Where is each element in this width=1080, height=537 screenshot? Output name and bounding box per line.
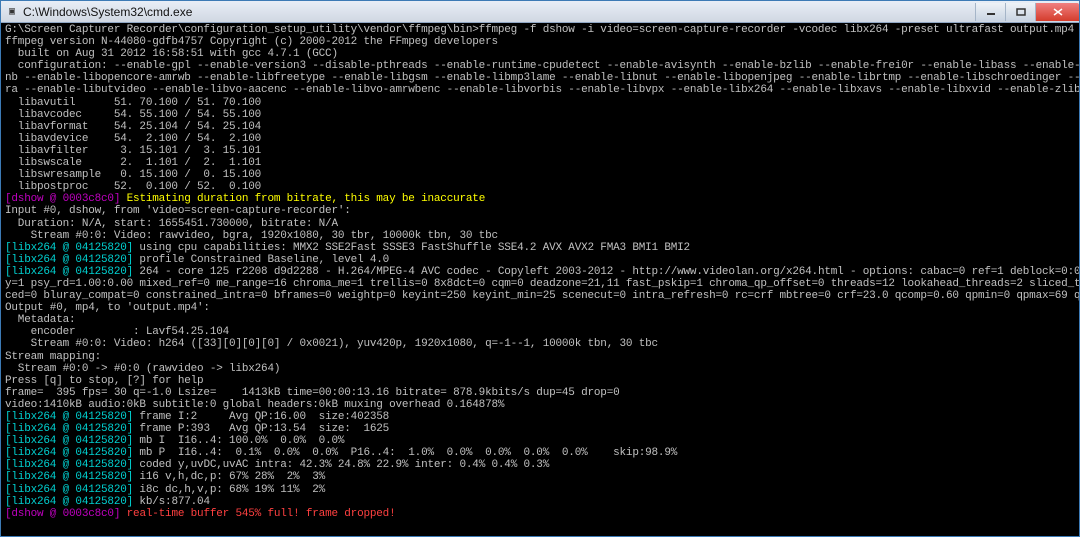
console-line: [libx264 @ 04125820] frame I:2 Avg QP:16…	[5, 411, 1075, 423]
log-text: coded y,uvDC,uvAC intra: 42.3% 24.8% 22.…	[133, 459, 549, 471]
cmd-icon: ▣	[5, 5, 19, 19]
console-line: Duration: N/A, start: 1655451.730000, bi…	[5, 218, 1075, 230]
console-line: [dshow @ 0003c8c0] real-time buffer 545%…	[5, 508, 1075, 520]
console-line: libavutil 51. 70.100 / 51. 70.100	[5, 97, 1075, 109]
log-text: Estimating duration from bitrate, this m…	[120, 193, 485, 205]
log-text: frame P:393 Avg QP:13.54 size: 1625	[133, 423, 389, 435]
log-text: using cpu capabilities: MMX2 SSE2Fast SS…	[133, 242, 690, 254]
console-line: libswresample 0. 15.100 / 0. 15.100	[5, 169, 1075, 181]
titlebar[interactable]: ▣ C:\Windows\System32\cmd.exe	[1, 1, 1079, 23]
log-tag: [libx264 @ 04125820]	[5, 447, 133, 459]
console-line: libswscale 2. 1.101 / 2. 1.101	[5, 157, 1075, 169]
console-line: libavcodec 54. 55.100 / 54. 55.100	[5, 109, 1075, 121]
console-line: Metadata:	[5, 314, 1075, 326]
console-line: Stream mapping:	[5, 351, 1075, 363]
log-text: mb P I16..4: 0.1% 0.0% 0.0% P16..4: 1.0%…	[133, 447, 677, 459]
console-line: ra --enable-libutvideo --enable-libvo-aa…	[5, 84, 1075, 96]
console-line: libavdevice 54. 2.100 / 54. 2.100	[5, 133, 1075, 145]
console-line: configuration: --enable-gpl --enable-ver…	[5, 60, 1075, 72]
console-line: [libx264 @ 04125820] kb/s:877.04	[5, 496, 1075, 508]
console-line: Output #0, mp4, to 'output.mp4':	[5, 302, 1075, 314]
cmd-window: ▣ C:\Windows\System32\cmd.exe G:\Screen …	[0, 0, 1080, 537]
log-tag: [libx264 @ 04125820]	[5, 484, 133, 496]
console-line: Stream #0:0: Video: rawvideo, bgra, 1920…	[5, 230, 1075, 242]
console-line: [libx264 @ 04125820] mb P I16..4: 0.1% 0…	[5, 447, 1075, 459]
console-line: Stream #0:0: Video: h264 ([33][0][0][0] …	[5, 338, 1075, 350]
console-line: [libx264 @ 04125820] coded y,uvDC,uvAC i…	[5, 459, 1075, 471]
log-tag: [dshow @ 0003c8c0]	[5, 193, 120, 205]
console-line: [libx264 @ 04125820] frame P:393 Avg QP:…	[5, 423, 1075, 435]
log-tag: [libx264 @ 04125820]	[5, 411, 133, 423]
console-line: G:\Screen Capturer Recorder\configuratio…	[5, 24, 1075, 36]
console-line: Input #0, dshow, from 'video=screen-capt…	[5, 205, 1075, 217]
console-line: [libx264 @ 04125820] 264 - core 125 r220…	[5, 266, 1075, 278]
console-line: [libx264 @ 04125820] i16 v,h,dc,p: 67% 2…	[5, 471, 1075, 483]
log-text: kb/s:877.04	[133, 496, 210, 508]
log-text: i16 v,h,dc,p: 67% 28% 2% 3%	[133, 471, 325, 483]
console-line: libavformat 54. 25.104 / 54. 25.104	[5, 121, 1075, 133]
log-text: real-time buffer 545% full! frame droppe…	[120, 508, 395, 520]
log-text: frame I:2 Avg QP:16.00 size:402358	[133, 411, 389, 423]
titlebar-text: C:\Windows\System32\cmd.exe	[23, 5, 975, 19]
log-text: mb I I16..4: 100.0% 0.0% 0.0%	[133, 435, 344, 447]
minimize-button[interactable]	[975, 3, 1005, 21]
console-line: ffmpeg version N-44080-gdfb4757 Copyrigh…	[5, 36, 1075, 48]
minimize-icon	[986, 8, 996, 16]
console-line: built on Aug 31 2012 16:58:51 with gcc 4…	[5, 48, 1075, 60]
console-line: ced=0 bluray_compat=0 constrained_intra=…	[5, 290, 1075, 302]
log-tag: [libx264 @ 04125820]	[5, 266, 133, 278]
console-line: Press [q] to stop, [?] for help	[5, 375, 1075, 387]
log-tag: [libx264 @ 04125820]	[5, 496, 133, 508]
console-line: libavfilter 3. 15.101 / 3. 15.101	[5, 145, 1075, 157]
log-text: profile Constrained Baseline, level 4.0	[133, 254, 389, 266]
console-line: [libx264 @ 04125820] mb I I16..4: 100.0%…	[5, 435, 1075, 447]
console-line: y=1 psy_rd=1.00:0.00 mixed_ref=0 me_rang…	[5, 278, 1075, 290]
console-line: [libx264 @ 04125820] using cpu capabilit…	[5, 242, 1075, 254]
log-tag: [libx264 @ 04125820]	[5, 423, 133, 435]
console-output[interactable]: G:\Screen Capturer Recorder\configuratio…	[1, 23, 1079, 536]
log-tag: [libx264 @ 04125820]	[5, 471, 133, 483]
log-tag: [libx264 @ 04125820]	[5, 459, 133, 471]
console-line: nb --enable-libopencore-amrwb --enable-l…	[5, 72, 1075, 84]
log-tag: [libx264 @ 04125820]	[5, 242, 133, 254]
console-line: [dshow @ 0003c8c0] Estimating duration f…	[5, 193, 1075, 205]
console-line: [libx264 @ 04125820] i8c dc,h,v,p: 68% 1…	[5, 484, 1075, 496]
console-line: Stream #0:0 -> #0:0 (rawvideo -> libx264…	[5, 363, 1075, 375]
log-tag: [dshow @ 0003c8c0]	[5, 508, 120, 520]
log-tag: [libx264 @ 04125820]	[5, 254, 133, 266]
console-line: [libx264 @ 04125820] profile Constrained…	[5, 254, 1075, 266]
close-icon	[1053, 8, 1063, 16]
maximize-icon	[1016, 8, 1026, 16]
log-text: 264 - core 125 r2208 d9d2288 - H.264/MPE…	[133, 266, 1079, 278]
console-line: encoder : Lavf54.25.104	[5, 326, 1075, 338]
maximize-button[interactable]	[1005, 3, 1035, 21]
close-button[interactable]	[1035, 3, 1079, 21]
window-controls	[975, 3, 1079, 21]
console-line: libpostproc 52. 0.100 / 52. 0.100	[5, 181, 1075, 193]
log-text: i8c dc,h,v,p: 68% 19% 11% 2%	[133, 484, 325, 496]
console-line: frame= 395 fps= 30 q=-1.0 Lsize= 1413kB …	[5, 387, 1075, 399]
log-tag: [libx264 @ 04125820]	[5, 435, 133, 447]
console-line: video:1410kB audio:0kB subtitle:0 global…	[5, 399, 1075, 411]
